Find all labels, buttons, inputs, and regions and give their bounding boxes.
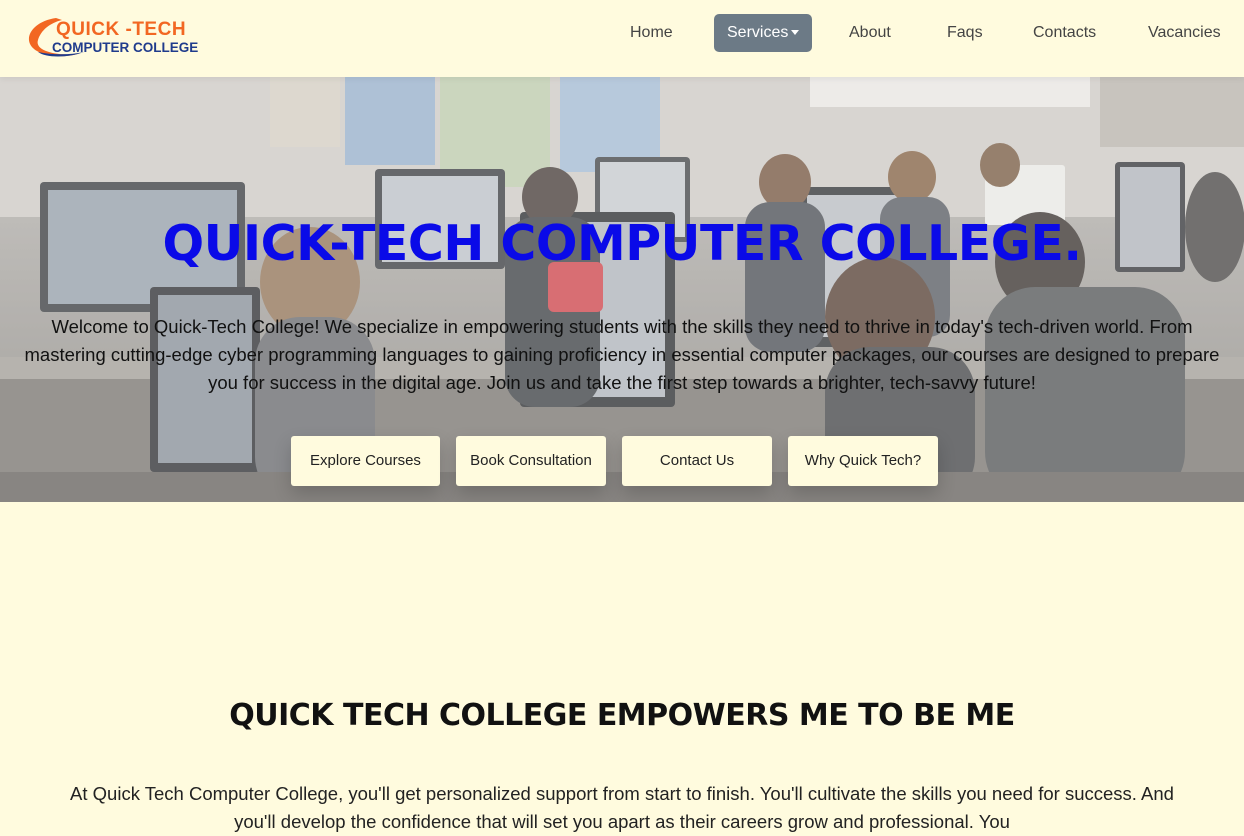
brand-logo[interactable]: QUICK -TECH COMPUTER COLLEGE bbox=[22, 12, 198, 60]
empower-section-text: At Quick Tech Computer College, you'll g… bbox=[70, 783, 1174, 832]
brand-name-line2: COMPUTER COLLEGE bbox=[52, 40, 199, 55]
contact-us-button[interactable]: Contact Us bbox=[622, 436, 772, 486]
nav-vacancies[interactable]: Vacancies bbox=[1148, 14, 1221, 52]
why-quick-tech-button[interactable]: Why Quick Tech? bbox=[788, 436, 938, 486]
explore-courses-button[interactable]: Explore Courses bbox=[291, 436, 440, 486]
brand-name-line1: QUICK -TECH bbox=[56, 19, 187, 40]
caret-down-icon bbox=[791, 30, 800, 36]
nav-services-label: Services bbox=[727, 24, 789, 41]
nav-contacts[interactable]: Contacts bbox=[1033, 14, 1096, 52]
nav-services-dropdown[interactable]: Services bbox=[714, 14, 813, 52]
empower-section-title: QUICK TECH COLLEGE EMPOWERS ME TO BE ME bbox=[229, 698, 1015, 733]
book-consultation-button[interactable]: Book Consultation bbox=[456, 436, 606, 486]
nav-about[interactable]: About bbox=[849, 14, 891, 52]
nav-faqs[interactable]: Faqs bbox=[947, 14, 983, 52]
hero-button-group: Explore Courses Book Consultation Contac… bbox=[0, 436, 1244, 486]
nav-home[interactable]: Home bbox=[630, 14, 673, 52]
navbar: QUICK -TECH COMPUTER COLLEGE Home Servic… bbox=[0, 0, 1244, 77]
hero-title: QUICK-TECH COMPUTER COLLEGE. bbox=[162, 215, 1082, 272]
hero-intro-text: Welcome to Quick-Tech College! We specia… bbox=[24, 316, 1220, 393]
nav-links: Home Services About Faqs Contacts Vacanc… bbox=[610, 14, 1230, 52]
hero-section: QUICK-TECH COMPUTER COLLEGE. Welcome to … bbox=[0, 77, 1244, 502]
